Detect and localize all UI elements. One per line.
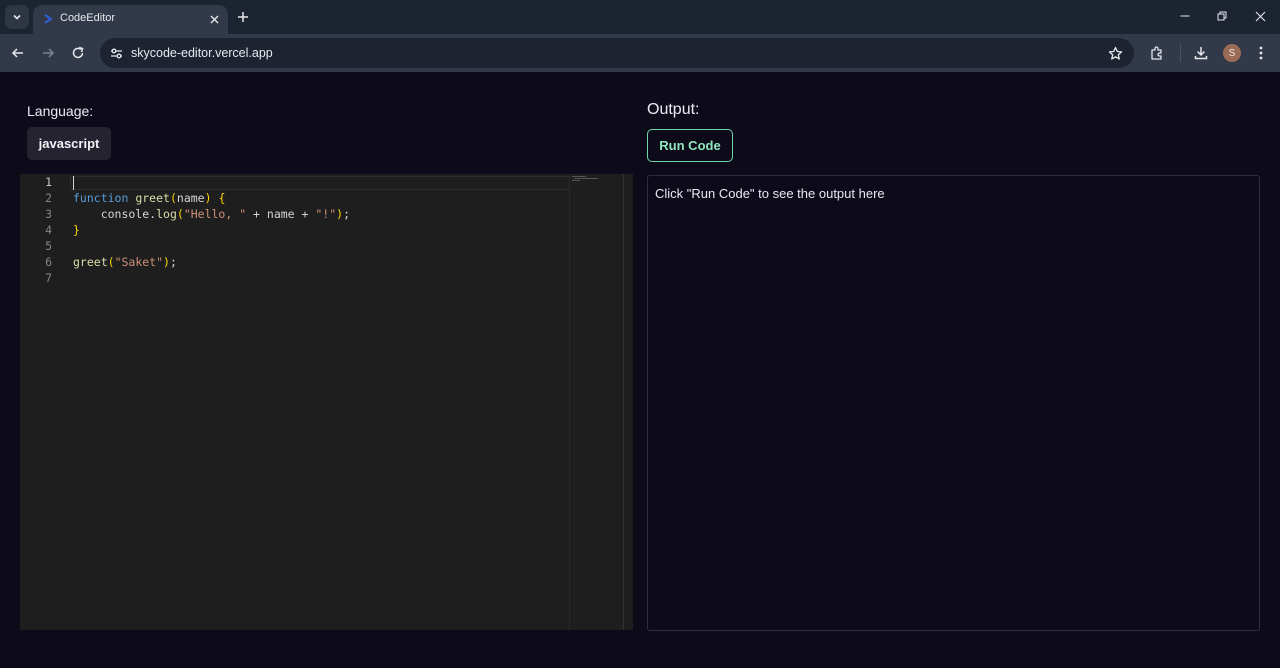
url-text: skycode-editor.vercel.app	[131, 46, 273, 60]
arrow-left-icon	[11, 48, 23, 58]
language-select-button[interactable]: javascript	[27, 127, 111, 160]
language-label: Language:	[27, 103, 94, 119]
browser-toolbar: skycode-editor.vercel.app S	[0, 34, 1280, 72]
line-number: 5	[45, 239, 52, 253]
restore-button[interactable]	[1212, 6, 1232, 26]
site-info-button[interactable]	[108, 45, 124, 61]
star-icon	[1108, 46, 1122, 60]
line-number: 2	[45, 191, 52, 205]
forward-button[interactable]	[38, 43, 58, 63]
code-line: console.log("Hello, " + name + "!");	[73, 207, 351, 221]
tune-icon	[110, 48, 122, 58]
browser-tab-active[interactable]: CodeEditor	[33, 5, 228, 34]
output-panel: Click "Run Code" to see the output here	[647, 175, 1260, 631]
profile-avatar[interactable]: S	[1223, 44, 1241, 62]
tab-close-button[interactable]	[206, 11, 222, 27]
more-vertical-icon	[1259, 46, 1263, 60]
site-favicon-icon	[44, 14, 53, 24]
minimize-button[interactable]	[1175, 6, 1195, 26]
minimap-line	[572, 176, 586, 177]
text-cursor	[73, 176, 74, 190]
code-line: function greet(name) {	[73, 191, 226, 205]
code-editor[interactable]: 1 2 3 4 5 6 7 function greet(name) { con…	[20, 174, 633, 630]
output-placeholder-text: Click "Run Code" to see the output here	[655, 186, 885, 201]
browser-tab-strip: CodeEditor	[0, 0, 1280, 34]
current-line-highlight	[70, 176, 570, 190]
close-icon	[210, 15, 218, 23]
output-label: Output:	[647, 101, 700, 118]
run-code-button[interactable]: Run Code	[647, 129, 733, 162]
minimap-line	[572, 180, 580, 181]
line-number: 1	[45, 175, 52, 189]
code-editor-page: Language: javascript Output: Run Code 1 …	[0, 72, 1280, 668]
bookmark-button[interactable]	[1106, 44, 1124, 62]
browser-menu-button[interactable]	[1251, 43, 1271, 63]
minimize-icon	[1180, 15, 1190, 17]
download-icon	[1194, 47, 1208, 60]
puzzle-icon	[1151, 46, 1162, 60]
restore-icon	[1217, 11, 1227, 21]
plus-icon	[238, 12, 248, 22]
line-number: 7	[45, 271, 52, 285]
minimap-line	[574, 178, 598, 179]
code-line: greet("Saket");	[73, 255, 177, 269]
extensions-button[interactable]	[1147, 43, 1167, 63]
new-tab-button[interactable]	[234, 8, 252, 26]
line-number: 3	[45, 207, 52, 221]
address-bar[interactable]: skycode-editor.vercel.app	[100, 38, 1134, 68]
tab-search-button[interactable]	[5, 5, 29, 29]
code-line: }	[73, 223, 80, 237]
window-close-button[interactable]	[1250, 6, 1270, 26]
editor-minimap[interactable]	[569, 174, 623, 630]
line-number: 6	[45, 255, 52, 269]
reload-icon	[72, 46, 84, 59]
reload-button[interactable]	[68, 43, 88, 63]
tab-title: CodeEditor	[60, 12, 116, 24]
toolbar-divider	[1180, 44, 1181, 62]
line-number: 4	[45, 223, 52, 237]
chevron-down-icon	[13, 14, 21, 20]
back-button[interactable]	[8, 43, 28, 63]
close-icon	[1255, 11, 1265, 21]
arrow-right-icon	[43, 48, 55, 58]
editor-scrollbar[interactable]	[623, 174, 633, 630]
downloads-button[interactable]	[1191, 43, 1211, 63]
